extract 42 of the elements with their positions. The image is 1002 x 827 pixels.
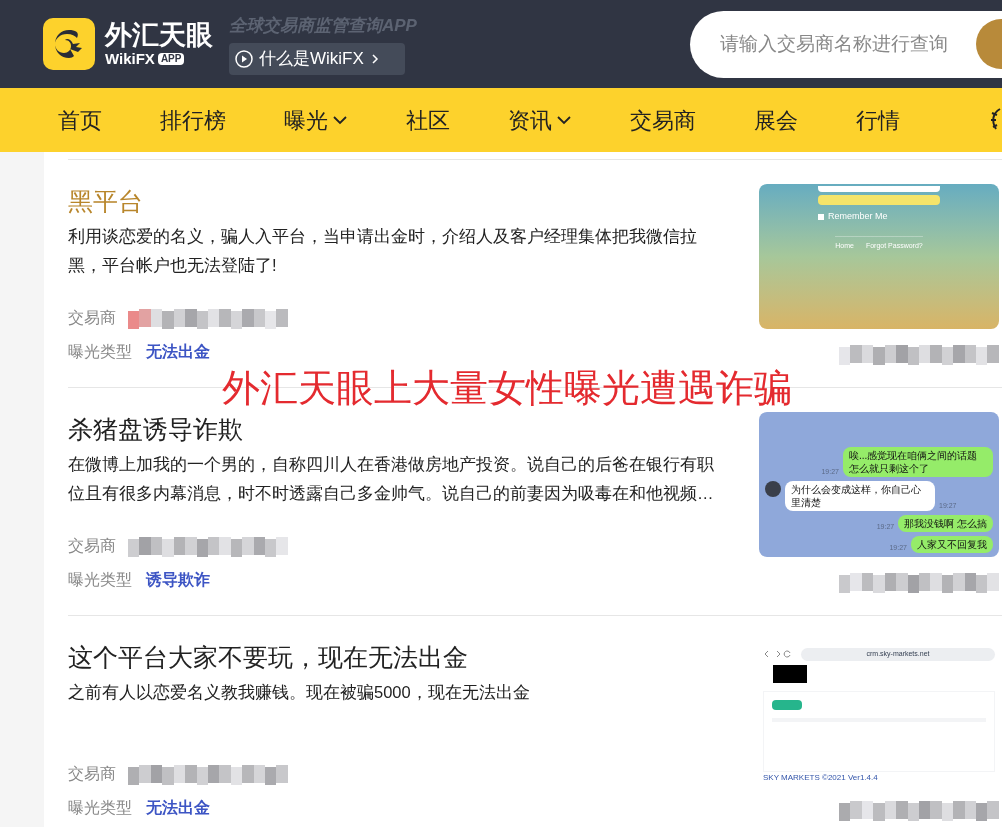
nav-link[interactable]: 交易商 [630,103,696,137]
overlay-caption: 外汇天眼上大量女性曝光遭遇诈骗 [222,366,792,411]
exposure-type: 诱导欺诈 [146,570,210,590]
avatar-icon [765,481,781,497]
chat-bubble: 为什么会变成这样，你自己心里清楚 [785,481,935,511]
nav-link[interactable]: 曝光 [284,103,348,137]
nav-link[interactable]: 行情 [856,103,900,137]
field-label: 曝光类型 [68,570,132,590]
nav-link[interactable]: 排行榜 [160,103,226,137]
button-shape [772,699,802,710]
search-field[interactable]: 请输入交易商名称进行查询 [690,10,1002,78]
browser-nav-icon [763,650,793,659]
post-title[interactable]: 这个平台大家不要玩，现在无法出金 [68,640,759,674]
play-icon [235,49,253,68]
field-label: 交易商 [68,308,116,328]
chat-bubble: 那我没钱啊 怎么搞 [898,515,993,532]
field-label: 交易商 [68,764,116,784]
chevron-right-icon [369,52,380,65]
nav-link[interactable]: 首页 [58,103,102,137]
eagle-logo-icon [43,18,95,70]
chat-bubble: 唉...感觉现在咱俩之间的话题怎么就只剩这个了 [843,447,993,477]
post-description: 在微博上加我的一个男的，自称四川人在香港做房地产投资。说自己的后爸在银行有职位且有很多内幕消息，时不时透露自己多金帅气。说自己的前妻因为吸毒在和他视频… [68,454,715,504]
app-badge: APP [157,53,185,65]
post-description: 利用谈恋爱的名义，骗人入平台，当申请出金时，介绍人及客户经理集体把我微信拉黑，平台帐户也无法登陆了! [68,226,698,276]
post-title[interactable]: 杀猪盘诱导诈欺 [68,412,759,446]
exposure-type: 无法出金 [146,342,210,362]
remember-me-label: Remember Me [828,210,888,223]
logo-block [773,664,807,683]
chat-bubble: 人家又不回复我 [911,536,993,553]
exposure-type: 无法出金 [146,798,210,818]
brand-name-latin: WikiFX [105,50,155,68]
nav-link[interactable]: 展会 [754,103,798,137]
about-button[interactable]: 什么是WikiFX [229,42,405,75]
brand-name: 外汇天眼 [105,20,213,50]
checkbox-icon [818,213,824,220]
field-label: 曝光类型 [68,342,132,362]
field-label: 曝光类型 [68,798,132,818]
post-description: 之前有人以恋爱名义教我赚钱。现在被骗5000，现在无法出金 [68,682,531,703]
page-footer: SKY MARKETS ©2021 Ver1.4.4 [759,772,999,785]
field-label: 交易商 [68,536,116,556]
nav-link[interactable]: 社区 [406,103,450,137]
nav-link[interactable]: 资讯 [508,103,572,137]
